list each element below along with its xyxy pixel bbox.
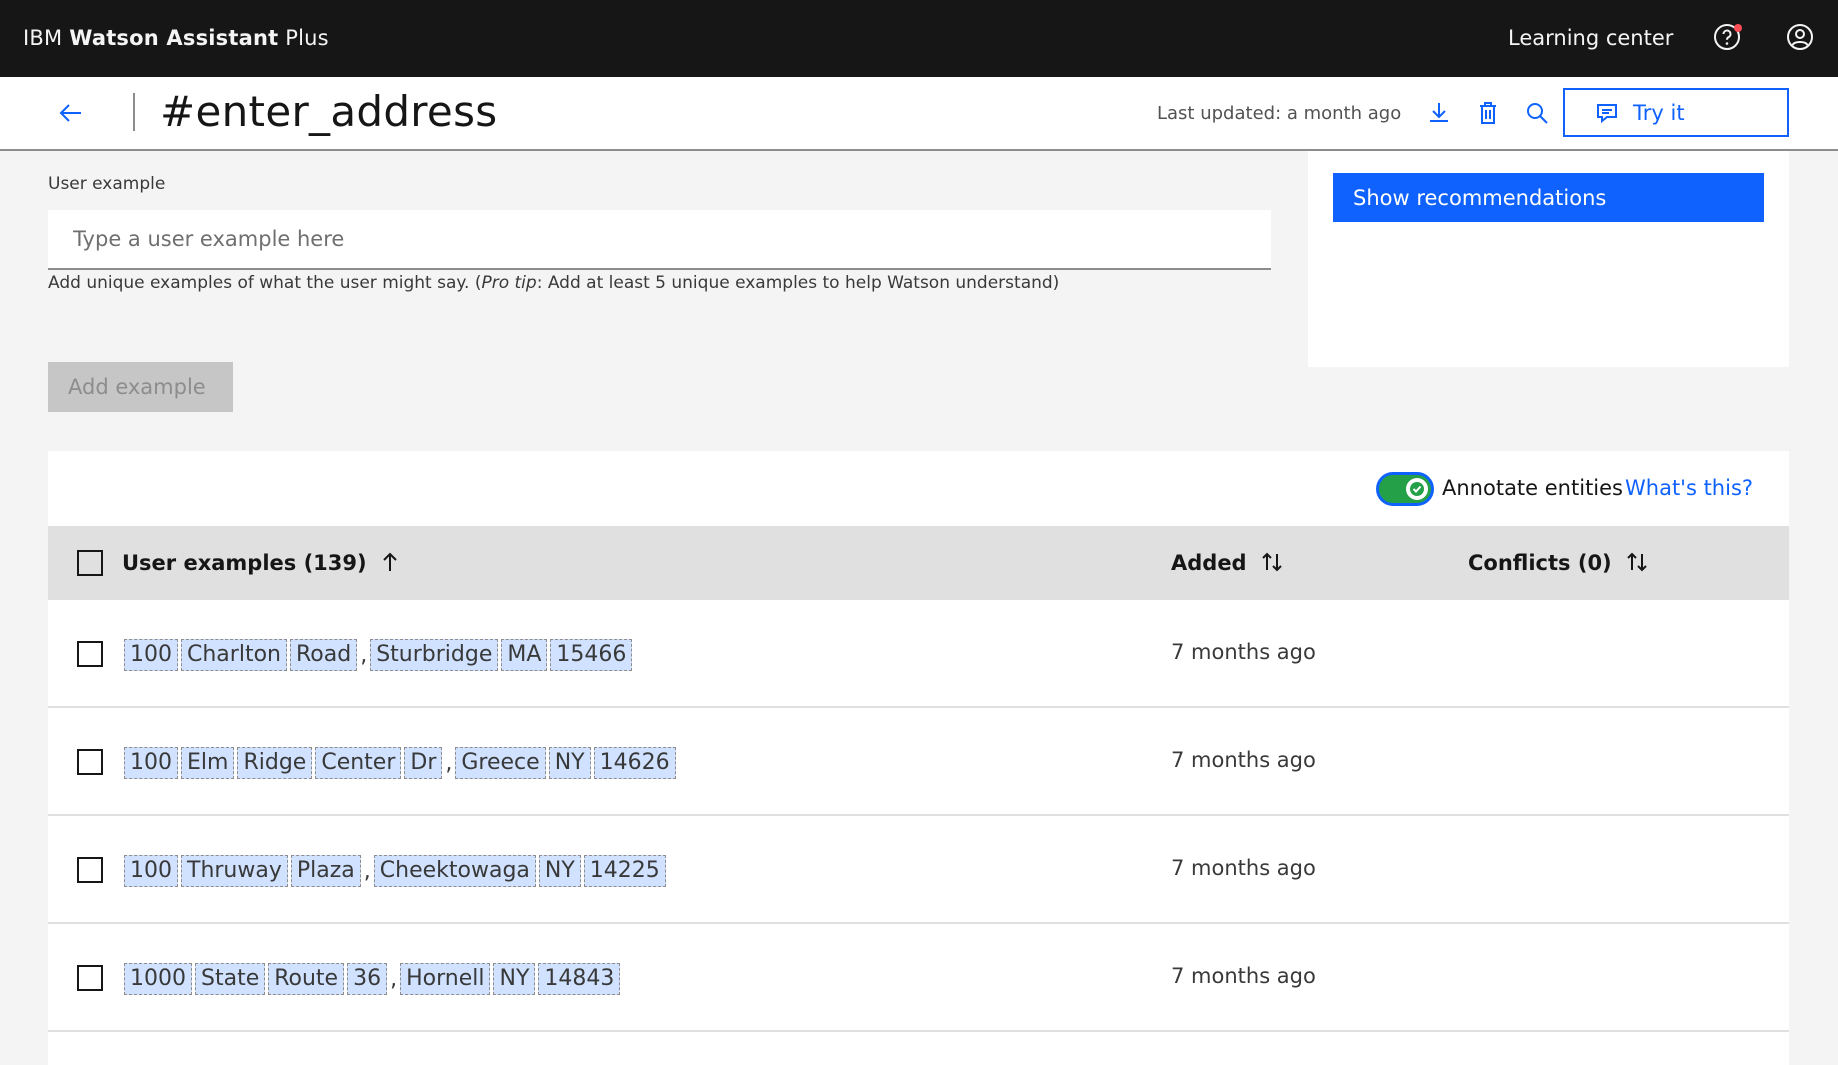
table-header: User examples (139) Added Conflicts (0) <box>48 526 1789 600</box>
entity-token[interactable]: 15466 <box>550 639 633 671</box>
back-arrow-icon[interactable] <box>55 97 87 129</box>
delete-icon[interactable] <box>1474 99 1502 127</box>
entity-token[interactable]: 100 <box>124 639 178 671</box>
entity-token[interactable]: 14626 <box>593 747 676 779</box>
punctuation: , <box>445 750 453 776</box>
whats-this-link[interactable]: What's this? <box>1625 476 1753 500</box>
added-date: 7 months ago <box>1171 856 1316 880</box>
last-updated-text: Last updated: a month ago <box>1157 103 1402 124</box>
add-example-button[interactable]: Add example <box>48 362 233 412</box>
entity-token[interactable]: NY <box>548 747 591 779</box>
sort-ascending-icon <box>383 552 397 571</box>
entity-token[interactable]: 100 <box>124 747 178 779</box>
helper-prefix: Add unique examples of what the user mig… <box>48 273 482 293</box>
user-example-text[interactable]: 100 Charlton Road, Sturbridge MA 15466 <box>124 639 635 671</box>
notification-dot <box>1734 24 1742 32</box>
user-example-helper-text: Add unique examples of what the user mig… <box>48 273 1059 293</box>
download-icon[interactable] <box>1425 99 1453 127</box>
entity-token[interactable]: Hornell <box>400 963 491 995</box>
added-date: 7 months ago <box>1171 748 1316 772</box>
entity-token[interactable]: Plaza <box>290 855 361 887</box>
brand-prefix: IBM <box>23 26 70 50</box>
entity-token[interactable]: 100 <box>124 855 178 887</box>
brand-suffix: Plus <box>278 26 329 50</box>
entity-token[interactable]: Cheektowaga <box>373 855 536 887</box>
brand-bold: Watson Assistant <box>69 26 279 50</box>
table-row[interactable]: 100 Elm Ridge Center Dr, Greece NY 14626 7 month… <box>48 708 1789 816</box>
added-date: 7 months ago <box>1171 640 1316 664</box>
user-example-label: User example <box>48 174 166 194</box>
sort-icon <box>1627 552 1647 572</box>
try-it-button[interactable]: Try it <box>1563 88 1789 137</box>
chat-icon <box>1597 103 1617 123</box>
entity-token[interactable]: Thruway <box>181 855 288 887</box>
entity-token[interactable]: 1000 <box>124 963 192 995</box>
row-checkbox[interactable] <box>77 749 103 775</box>
punctuation: , <box>390 966 398 992</box>
conflicts-header-label: Conflicts (0) <box>1468 551 1612 575</box>
entity-token[interactable]: Dr <box>404 747 443 779</box>
checkmark-icon <box>1410 482 1424 496</box>
table-row[interactable]: 1000 State Route 36, Hornell NY 14843 7 months … <box>48 924 1789 1032</box>
sort-icon <box>1262 552 1282 572</box>
page-title: #enter_address <box>160 87 498 136</box>
toggle-knob <box>1406 478 1428 500</box>
entity-token[interactable]: Greece <box>455 747 546 779</box>
entity-token[interactable]: NY <box>493 963 536 995</box>
entity-token[interactable]: Route <box>268 963 345 995</box>
show-recommendations-button[interactable]: Show recommendations <box>1333 173 1764 222</box>
user-avatar-icon[interactable] <box>1785 22 1815 52</box>
entity-token[interactable]: Ridge <box>237 747 313 779</box>
examples-header-label: User examples (139) <box>122 551 367 575</box>
select-all-checkbox[interactable] <box>77 550 103 576</box>
page-header: #enter_address Last updated: a month ago… <box>0 77 1838 151</box>
entity-token[interactable]: 36 <box>347 963 388 995</box>
learning-center-link[interactable]: Learning center <box>1508 26 1673 50</box>
added-date: 7 months ago <box>1171 964 1316 988</box>
entity-token[interactable]: MA <box>501 639 548 671</box>
column-header-added[interactable]: Added <box>1171 551 1284 575</box>
entity-token[interactable]: Center <box>315 747 402 779</box>
recommendations-panel: Show recommendations <box>1308 151 1789 367</box>
column-header-examples[interactable]: User examples (139) <box>122 551 400 575</box>
header-divider <box>133 93 135 131</box>
user-examples-table: Annotate entities What's this? User exam… <box>48 451 1789 1065</box>
entity-token[interactable]: Road <box>289 639 358 671</box>
punctuation: , <box>363 858 371 884</box>
helper-suffix: : Add at least 5 unique examples to help… <box>536 273 1060 293</box>
annotate-entities-toggle[interactable] <box>1376 472 1434 506</box>
helper-pro-tip: Pro tip <box>481 273 537 293</box>
top-navigation-bar: IBM Watson Assistant Plus Learning cente… <box>0 0 1838 77</box>
search-icon[interactable] <box>1523 99 1551 127</box>
user-example-text[interactable]: 1000 State Route 36, Hornell NY 14843 <box>124 963 623 995</box>
row-checkbox[interactable] <box>77 641 103 667</box>
product-name: IBM Watson Assistant Plus <box>23 26 329 50</box>
entity-token[interactable]: Charlton <box>181 639 287 671</box>
row-checkbox[interactable] <box>77 965 103 991</box>
entity-token[interactable]: 14843 <box>538 963 621 995</box>
table-row[interactable]: 100 Thruway Plaza, Cheektowaga NY 14225 7 mont… <box>48 816 1789 924</box>
user-example-text[interactable]: 100 Elm Ridge Center Dr, Greece NY 14626 <box>124 747 679 779</box>
column-header-conflicts[interactable]: Conflicts (0) <box>1468 551 1649 575</box>
table-row[interactable]: 100 Charlton Road, Sturbridge MA 15466 7 month… <box>48 600 1789 708</box>
user-example-text[interactable]: 100 Thruway Plaza, Cheektowaga NY 14225 <box>124 855 669 887</box>
entity-token[interactable]: State <box>195 963 266 995</box>
row-checkbox[interactable] <box>77 857 103 883</box>
entity-token[interactable]: NY <box>538 855 581 887</box>
entity-token[interactable]: Sturbridge <box>370 639 499 671</box>
annotate-entities-label: Annotate entities <box>1442 476 1623 500</box>
added-header-label: Added <box>1171 551 1247 575</box>
user-example-input[interactable] <box>48 210 1271 270</box>
entity-token[interactable]: 14225 <box>583 855 666 887</box>
try-it-label: Try it <box>1633 100 1685 125</box>
punctuation: , <box>360 642 368 668</box>
entity-token[interactable]: Elm <box>181 747 235 779</box>
